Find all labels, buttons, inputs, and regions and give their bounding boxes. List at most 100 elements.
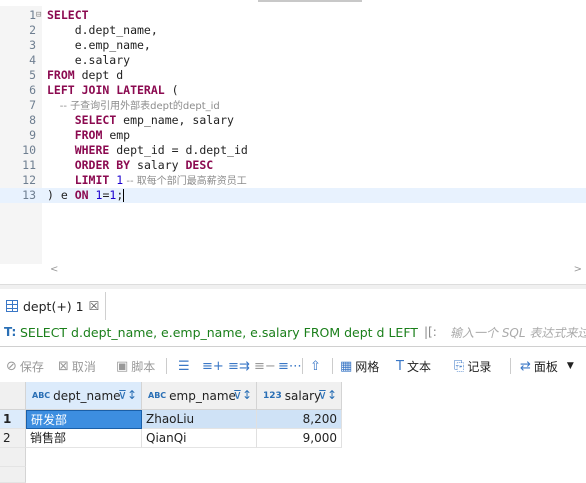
script-button[interactable]: ▣ 脚本: [116, 352, 155, 380]
code-line[interactable]: 8 SELECT emp_name, salary: [0, 113, 586, 128]
line-number: 7: [29, 98, 36, 112]
expand-filter-icon[interactable]: |[:: [424, 325, 437, 339]
column-header-emp-name[interactable]: ABC emp_name ⊽↕: [142, 382, 257, 410]
number-type-icon: 123: [263, 390, 282, 401]
copy-row-button[interactable]: ≡⇉: [228, 352, 250, 380]
text-icon: T: [396, 358, 404, 374]
cancel-label: 取消: [71, 359, 96, 374]
scroll-right-icon[interactable]: >: [574, 264, 582, 275]
line-number: 13: [22, 188, 36, 202]
cell-dept-name[interactable]: 研发部: [26, 410, 142, 429]
code-line[interactable]: 4 e.salary: [0, 53, 586, 68]
code-line[interactable]: 9 FROM emp: [0, 128, 586, 143]
code-token: DESC: [185, 158, 214, 172]
code-line[interactable]: 13) e ON 1=1;: [0, 188, 586, 203]
edit-row-button[interactable]: ☰: [178, 352, 190, 380]
code-line[interactable]: 7 -- 子查询引用外部表dept的dept_id: [0, 98, 586, 113]
code-token: e.salary: [47, 53, 131, 67]
panel-icon: ⇄: [520, 358, 531, 374]
chevron-down-icon[interactable]: ▼: [567, 361, 574, 371]
line-number: 9: [29, 128, 36, 142]
fold-toggle-icon[interactable]: ⊟: [36, 8, 44, 23]
toolbar-divider: [166, 358, 167, 374]
cell-salary[interactable]: 8,200: [257, 410, 342, 429]
cancel-button[interactable]: ⊠ 取消: [58, 352, 96, 380]
column-header-dept-name[interactable]: ABC dept_name ⊽↕: [26, 382, 142, 410]
row-number[interactable]: 2: [0, 429, 26, 448]
code-line[interactable]: 2 d.dept_name,: [0, 23, 586, 38]
script-icon: ▣: [116, 358, 129, 374]
filter-sort-icon[interactable]: ⊽↕: [118, 388, 137, 402]
cell-emp-name[interactable]: ZhaoLiu: [142, 410, 257, 429]
editor-horizontal-scrollbar[interactable]: < >: [42, 264, 586, 276]
copy-row-icon: ≡⇉: [228, 358, 250, 374]
line-number: 1: [29, 8, 36, 22]
code-token: emp: [102, 128, 131, 142]
grid-label: 网格: [355, 359, 380, 374]
more-rows-button[interactable]: ≡⋯: [278, 352, 302, 380]
grid-view-button[interactable]: ▦ 网格: [340, 352, 379, 380]
table-icon: [6, 300, 18, 312]
row-number[interactable]: 1: [0, 410, 26, 429]
code-line[interactable]: 11 ORDER BY salary DESC: [0, 158, 586, 173]
code-line[interactable]: 1 ⊟ SELECT: [0, 8, 586, 23]
filter-sort-icon[interactable]: ⊽↕: [233, 388, 252, 402]
column-header-salary[interactable]: 123 salary ⊽↕: [257, 382, 342, 410]
record-view-button[interactable]: ⎘ 记录: [454, 352, 491, 380]
text-view-button[interactable]: T 文本: [396, 352, 431, 380]
delete-row-button[interactable]: ≡−: [254, 352, 276, 380]
edit-rows-icon: ☰: [178, 358, 190, 374]
results-toolbar: ⊘ 保存 ⊠ 取消 ▣ 脚本 ☰ ≡+ ≡⇉ ≡− ≡⋯ ⇧ ▦ 网格 T 文本 ⎘ 记录 …: [0, 352, 586, 380]
filter-bar: T: SELECT d.dept_name, e.emp_name, e.sal…: [0, 320, 586, 347]
filter-input[interactable]: 输入一个 SQL 表达式来过滤: [450, 320, 586, 346]
results-tab-label: dept(+) 1: [23, 298, 84, 314]
row-number-header: [0, 382, 26, 410]
results-tab[interactable]: dept(+) 1 ☒: [0, 292, 107, 320]
sql-editor[interactable]: 1 ⊟ SELECT 2 d.dept_name, 3 e.emp_name, 4 e.s…: [0, 6, 586, 275]
code-text: FROM dept d: [47, 68, 123, 83]
sql-filter-icon: T:: [4, 325, 17, 339]
code-line[interactable]: 12 LIMIT 1 -- 取每个部门最高薪资员工: [0, 173, 586, 188]
export-button[interactable]: ⇧: [310, 352, 321, 380]
code-token: ORDER BY: [74, 158, 131, 172]
save-button[interactable]: ⊘ 保存: [6, 352, 44, 380]
cell-salary[interactable]: 9,000: [257, 429, 342, 448]
line-number: 8: [29, 113, 36, 127]
line-number: 3: [29, 38, 36, 52]
more-icon: ≡⋯: [278, 358, 302, 374]
code-line[interactable]: 10 WHERE dept_id = d.dept_id: [0, 143, 586, 158]
delete-row-icon: ≡−: [254, 358, 276, 374]
empty-row-number: [0, 467, 26, 483]
check-icon: ⊘: [6, 358, 17, 374]
code-line[interactable]: 3 e.emp_name,: [0, 38, 586, 53]
code-area[interactable]: 1 ⊟ SELECT 2 d.dept_name, 3 e.emp_name, 4 e.s…: [0, 6, 586, 226]
results-grid[interactable]: ABC dept_name ⊽↕ ABC emp_name ⊽↕ 123 sal…: [0, 382, 586, 483]
code-token: d.dept_name,: [47, 23, 158, 37]
code-token: LEFT JOIN LATERAL: [47, 83, 165, 97]
close-tab-icon[interactable]: ☒: [89, 299, 100, 313]
panels-button[interactable]: ⇄ 面板 ▼: [520, 352, 574, 380]
script-label: 脚本: [131, 359, 156, 374]
add-row-button[interactable]: ≡+: [202, 352, 224, 380]
cell-dept-name[interactable]: 销售部: [26, 429, 142, 448]
active-query-text: SELECT d.dept_name, e.emp_name, e.salary…: [20, 325, 420, 340]
panel-splitter[interactable]: [0, 284, 586, 289]
code-token: ) e: [47, 188, 75, 202]
code-text: -- 子查询引用外部表dept的dept_id: [47, 98, 220, 114]
line-number: 4: [29, 53, 36, 67]
code-token: (: [164, 83, 179, 97]
code-line[interactable]: 6 LEFT JOIN LATERAL (: [0, 83, 586, 98]
code-token: SELECT: [74, 113, 117, 127]
code-token: ON: [74, 188, 89, 202]
code-line[interactable]: 5 FROM dept d: [0, 68, 586, 83]
line-number: 10: [22, 143, 36, 157]
scroll-left-icon[interactable]: <: [50, 264, 58, 275]
line-number: 12: [22, 173, 36, 187]
results-tab-strip: dept(+) 1 ☒: [0, 292, 586, 321]
code-text: SELECT: [47, 8, 89, 23]
cell-emp-name[interactable]: QianQi: [142, 429, 257, 448]
filter-sort-icon[interactable]: ⊽↕: [318, 388, 337, 402]
record-icon: ⎘: [454, 358, 465, 374]
